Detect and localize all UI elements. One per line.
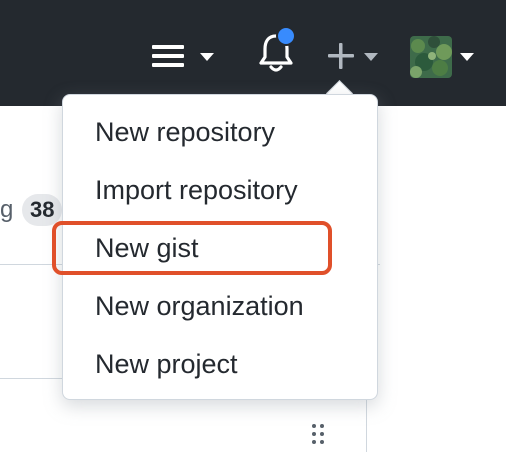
create-new-dropdown: New repository Import repository New gis… (62, 94, 378, 400)
user-menu-button[interactable] (410, 36, 480, 78)
chevron-down-icon (200, 53, 214, 61)
page: g 38 New repository Import repository Ne… (0, 0, 506, 452)
create-new-button[interactable] (324, 38, 384, 74)
hamburger-menu-icon (152, 45, 184, 67)
avatar (410, 36, 452, 78)
menu-item-new-gist[interactable]: New gist (63, 225, 377, 271)
global-menu-button[interactable] (148, 40, 220, 74)
menu-item-new-project[interactable]: New project (63, 341, 377, 387)
count-badge: 38 (22, 194, 63, 226)
menu-item-new-repository[interactable]: New repository (63, 109, 377, 155)
chevron-down-icon (364, 53, 378, 61)
drag-handle-icon[interactable] (310, 424, 326, 446)
notifications-button[interactable] (256, 26, 300, 76)
plus-icon (328, 43, 354, 69)
notification-dot (276, 26, 296, 46)
top-header-bar (0, 0, 506, 106)
chevron-down-icon (460, 53, 474, 61)
truncated-tab-label: g (0, 196, 14, 223)
menu-item-new-organization[interactable]: New organization (63, 283, 377, 329)
menu-item-import-repository[interactable]: Import repository (63, 167, 377, 213)
